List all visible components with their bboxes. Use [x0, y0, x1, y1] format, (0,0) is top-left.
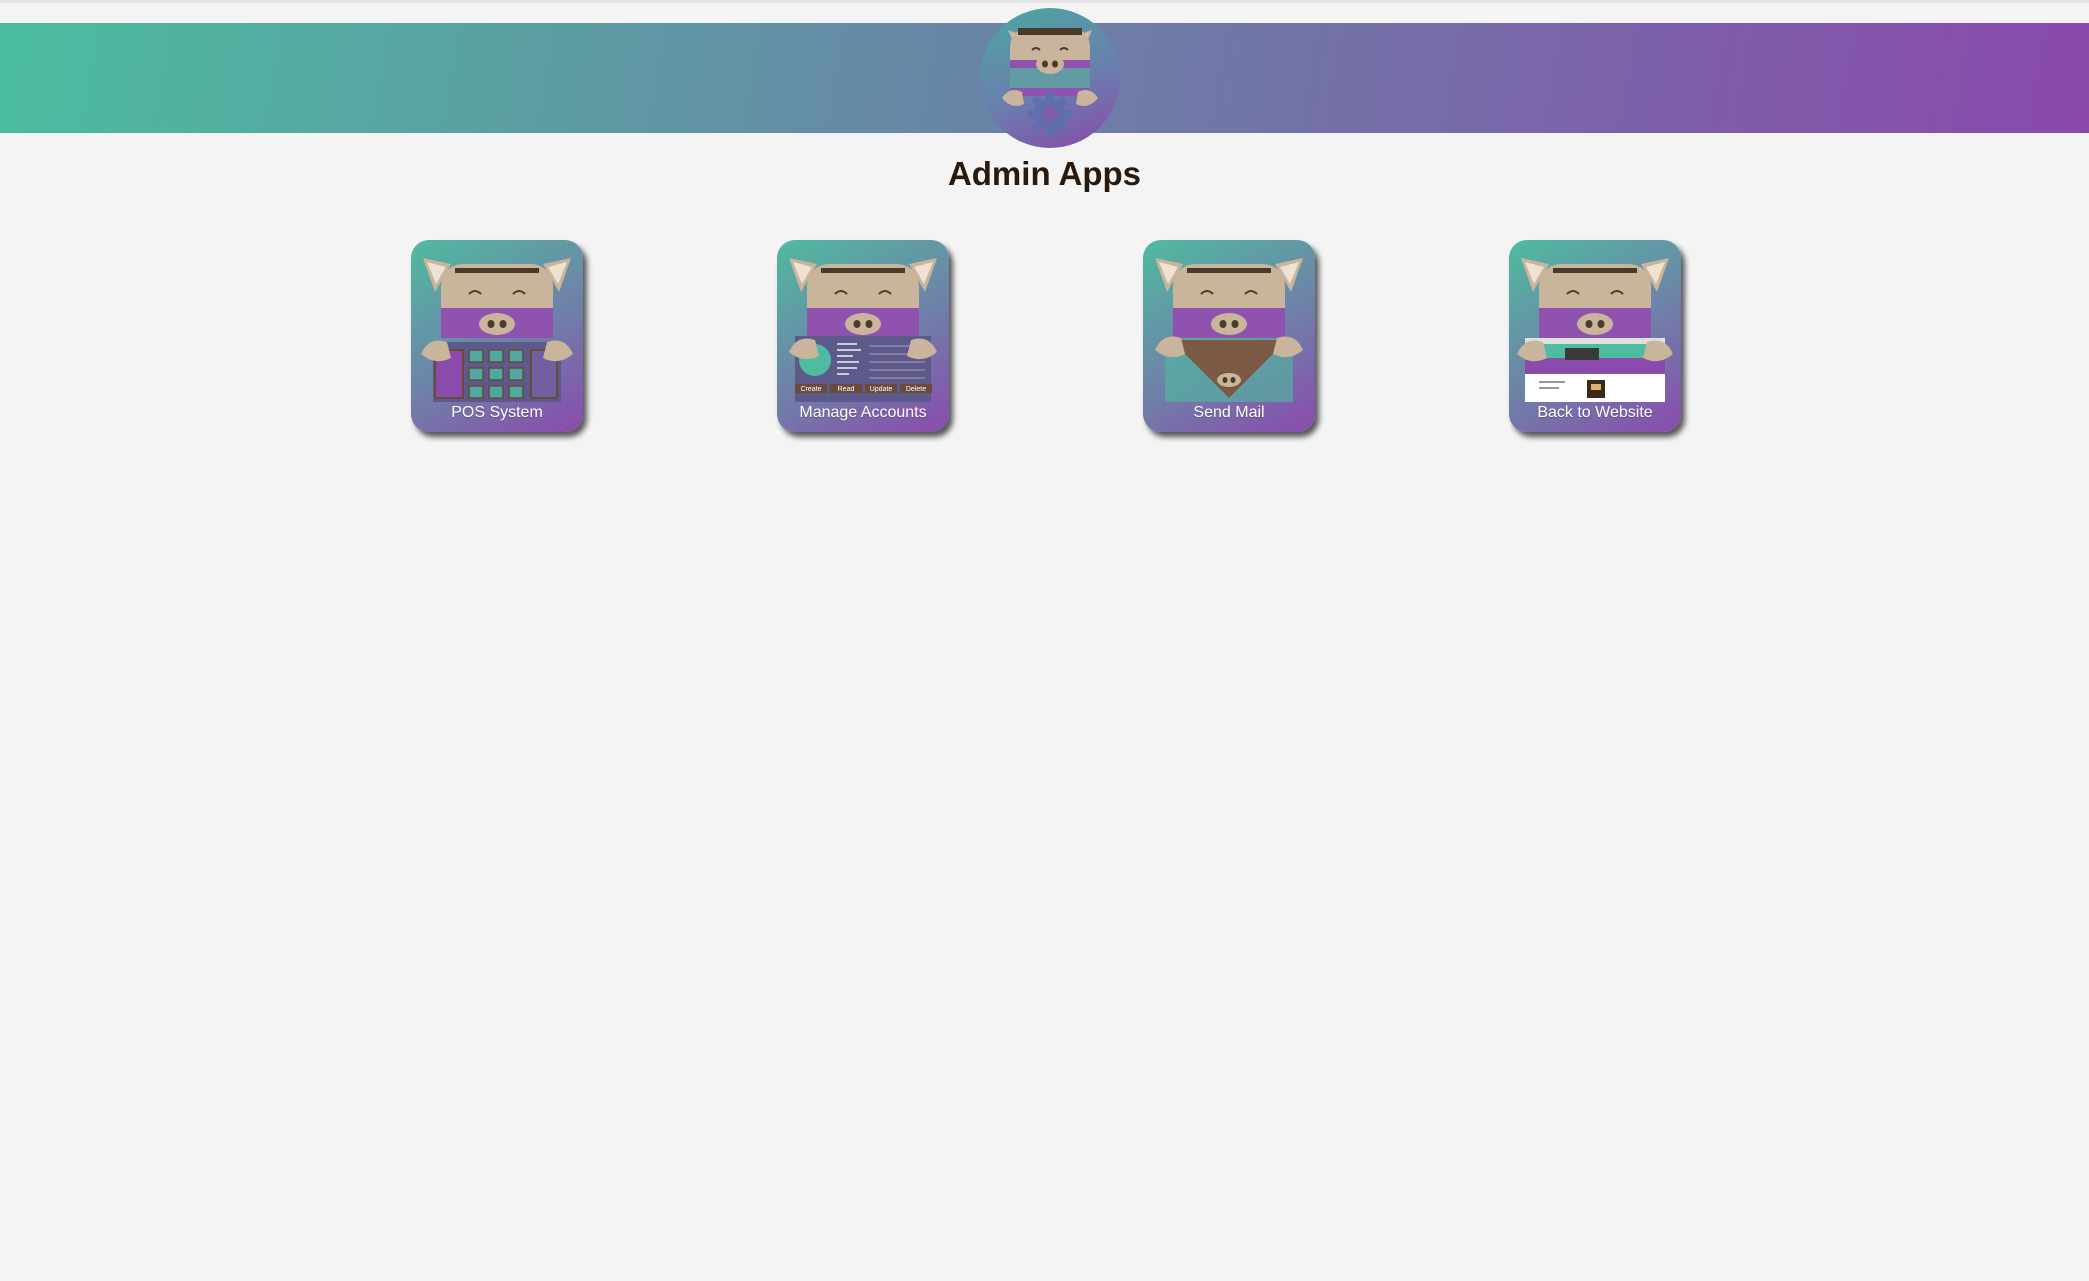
tile-label: Back to Website [1537, 404, 1653, 421]
window-top-border [0, 0, 2089, 3]
tile-label: POS System [451, 404, 543, 421]
crud-create-label: Create [800, 386, 821, 393]
tile-label: Manage Accounts [799, 404, 927, 421]
crud-update-label: Update [870, 386, 893, 393]
pig-gear-logo-icon[interactable] [980, 8, 1120, 148]
app-tile-send-mail[interactable]: Send Mail [1143, 240, 1315, 432]
crud-read-label: Read [838, 386, 855, 393]
app-tile-back-to-website[interactable]: Back to Website [1509, 240, 1681, 432]
app-tile-pos-system[interactable]: POS System [411, 240, 583, 432]
app-tile-manage-accounts[interactable]: Create Read Update Delete Manage Account… [777, 240, 949, 432]
crud-delete-label: Delete [906, 386, 926, 393]
page-title: Admin Apps [947, 155, 1142, 192]
tile-label: Send Mail [1193, 404, 1265, 421]
